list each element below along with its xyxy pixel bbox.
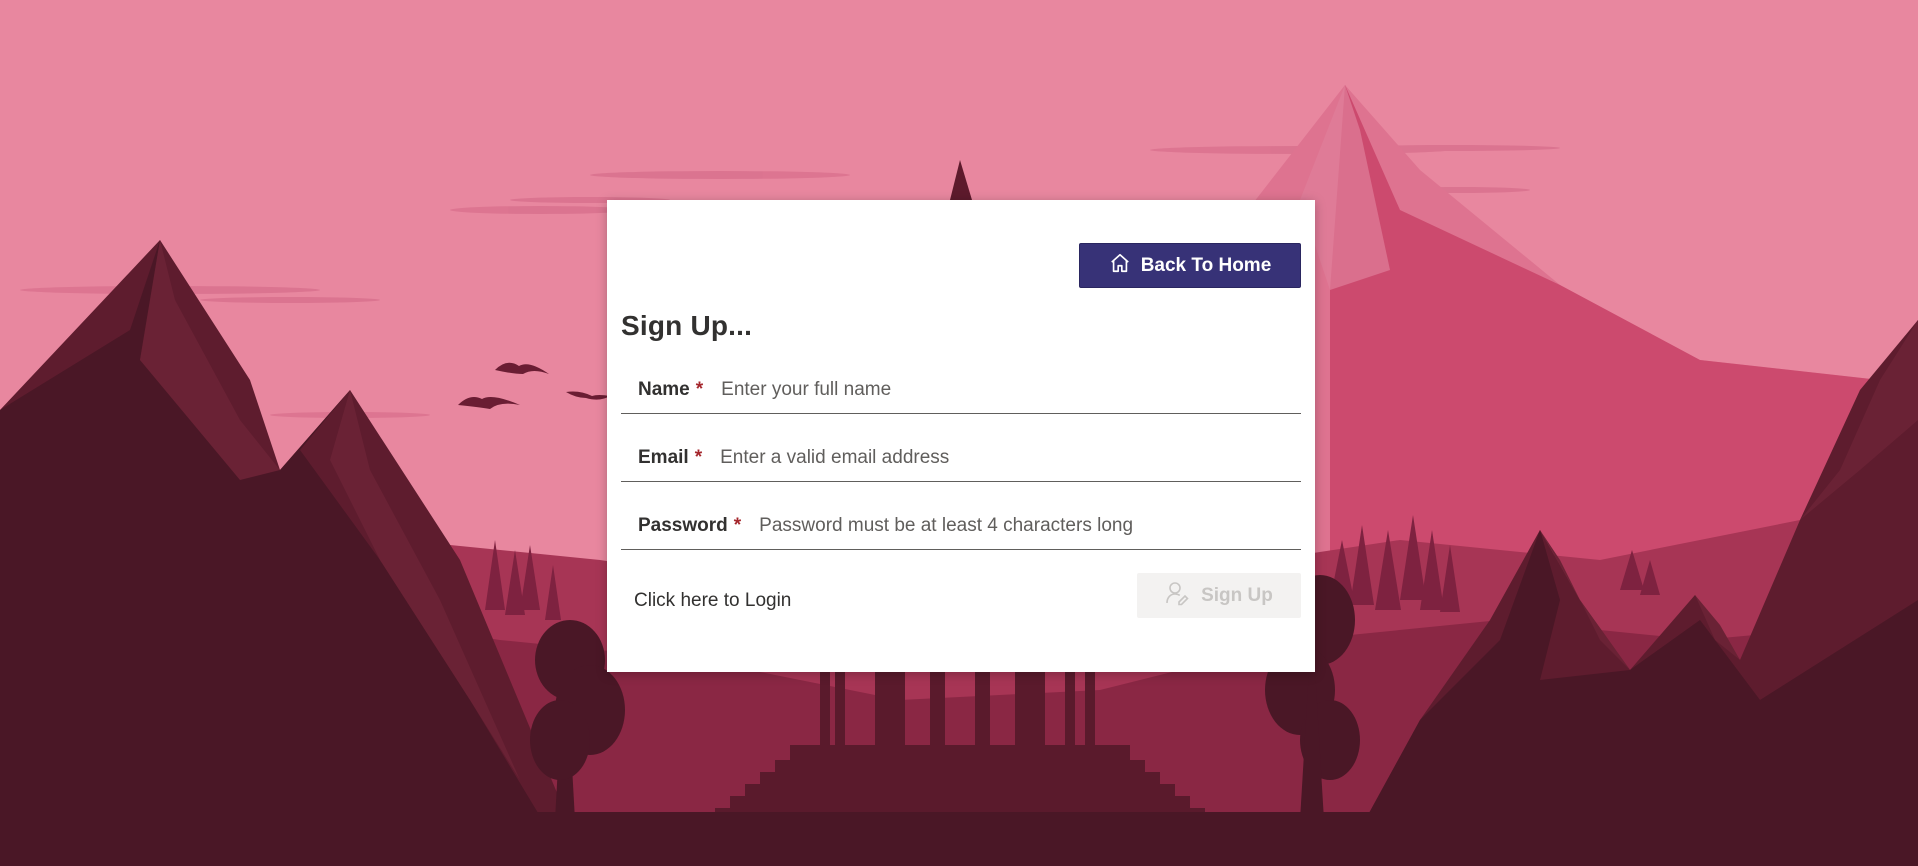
page-title: Sign Up... (621, 310, 753, 341)
email-field-row: Email * (621, 434, 1301, 482)
back-to-home-button[interactable]: Back To Home (1079, 243, 1301, 288)
name-field-row: Name * (621, 366, 1301, 414)
name-input[interactable] (703, 369, 1301, 410)
required-marker: * (695, 378, 704, 400)
email-field-label: Email * (638, 446, 703, 468)
sign-up-button[interactable]: Sign Up (1137, 573, 1301, 618)
signup-card: Back To Home Sign Up... Name* Email* Pas… (607, 200, 1315, 672)
password-field-label: Password * (638, 514, 742, 536)
add-user-icon (1165, 580, 1191, 612)
required-marker: * (694, 446, 703, 468)
login-link[interactable]: Click here to Login (634, 590, 791, 612)
email-input[interactable] (702, 437, 1301, 478)
name-field-label: Name * (638, 378, 704, 400)
home-icon (1109, 252, 1131, 280)
sign-up-label: Sign Up (1201, 584, 1273, 606)
password-field-row: Password * (621, 502, 1301, 550)
required-marker: * (733, 514, 742, 536)
password-input[interactable] (741, 505, 1301, 546)
back-to-home-label: Back To Home (1140, 254, 1272, 276)
